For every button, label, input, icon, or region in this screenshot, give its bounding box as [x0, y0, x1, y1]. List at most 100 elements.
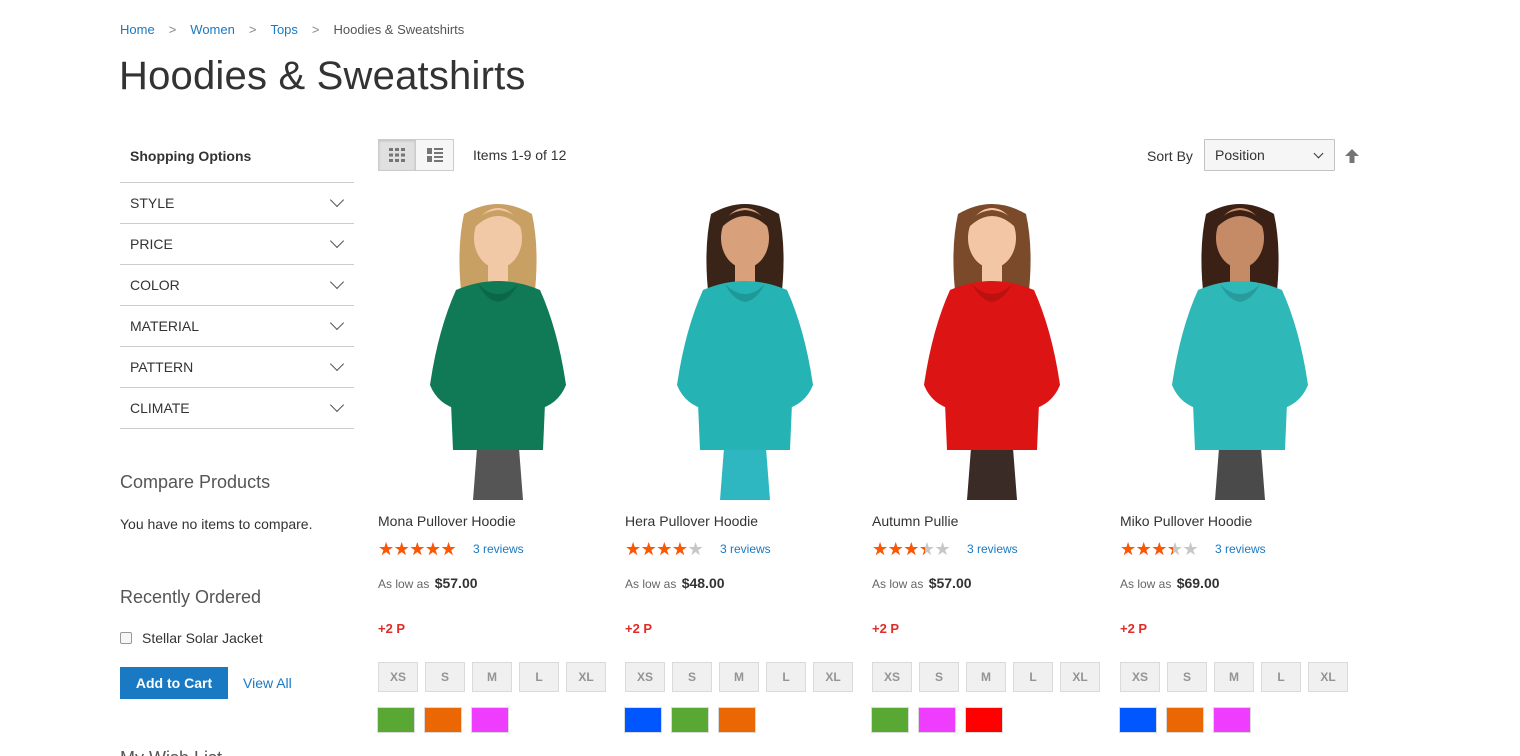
color-swatches [871, 707, 1013, 733]
model-photo [677, 204, 813, 500]
size-option[interactable]: L [766, 662, 806, 692]
color-option[interactable] [1213, 707, 1251, 733]
sort-by-select[interactable]: Position [1204, 139, 1335, 171]
product-name[interactable]: Mona Pullover Hoodie [378, 513, 516, 529]
chevron-down-icon [1313, 148, 1324, 158]
filter-style[interactable]: STYLE [120, 183, 354, 224]
color-option[interactable] [424, 707, 462, 733]
color-option[interactable] [671, 707, 709, 733]
filter-label: MATERIAL [130, 318, 199, 334]
product-name[interactable]: Hera Pullover Hoodie [625, 513, 758, 529]
product-image[interactable] [1120, 200, 1360, 500]
recently-ordered-title: Recently Ordered [120, 587, 262, 607]
size-option[interactable]: XS [872, 662, 912, 692]
color-option[interactable] [471, 707, 509, 733]
filter-label: STYLE [130, 195, 175, 211]
rating-stars-icon: ★★★★★★★★★★ [1120, 540, 1208, 558]
filled-stars-icon: ★★★★★ [872, 540, 925, 558]
color-option[interactable] [1119, 707, 1157, 733]
price-prefix: As low as [378, 577, 430, 591]
product-rating: ★★★★★★★★★★ 3 reviews [872, 540, 1018, 558]
size-option[interactable]: L [1013, 662, 1053, 692]
price-amount: $48.00 [681, 575, 725, 591]
add-to-cart-button[interactable]: Add to Cart [120, 667, 228, 699]
grid-view-button[interactable] [378, 139, 416, 171]
price-prefix: As low as [872, 577, 924, 591]
price-amount: $69.00 [1176, 575, 1220, 591]
filter-pattern[interactable]: PATTERN [120, 347, 354, 388]
list-icon [426, 148, 443, 162]
items-count: Items 1-9 of 12 [473, 147, 567, 163]
sort-direction-arrow-up-icon[interactable] [1344, 148, 1360, 164]
chevron-down-icon [329, 233, 345, 249]
grid-icon [389, 148, 405, 162]
size-swatches: XS S M L XL [1120, 662, 1355, 692]
reviews-link[interactable]: 3 reviews [1215, 542, 1266, 556]
product-name[interactable]: Autumn Pullie [872, 513, 958, 529]
size-option[interactable]: XL [566, 662, 606, 692]
size-option[interactable]: XL [813, 662, 853, 692]
filter-price[interactable]: PRICE [120, 224, 354, 265]
size-option[interactable]: XL [1060, 662, 1100, 692]
reviews-link[interactable]: 3 reviews [967, 542, 1018, 556]
reviews-link[interactable]: 3 reviews [720, 542, 771, 556]
size-option[interactable]: S [425, 662, 465, 692]
size-option[interactable]: S [672, 662, 712, 692]
product-card: Mona Pullover Hoodie ★★★★★ ★★★★★ 3 reviews A… [377, 200, 618, 733]
size-option[interactable]: XS [1120, 662, 1160, 692]
breadcrumb-home[interactable]: Home [120, 22, 155, 37]
sidebar: Shopping Options STYLE PRICE COLOR MATER… [120, 140, 354, 429]
size-option[interactable]: XS [378, 662, 418, 692]
product-image[interactable] [625, 200, 865, 500]
breadcrumb-women[interactable]: Women [190, 22, 235, 37]
product-price: As low as $57.00 [378, 575, 478, 591]
chevron-down-icon [329, 315, 345, 331]
chevron-down-icon [329, 397, 345, 413]
chevron-down-icon [329, 274, 345, 290]
price-amount: $57.00 [928, 575, 972, 591]
size-option[interactable]: S [919, 662, 959, 692]
color-option[interactable] [718, 707, 756, 733]
size-option[interactable]: M [719, 662, 759, 692]
reward-points: +2 P [378, 621, 406, 636]
size-option[interactable]: M [966, 662, 1006, 692]
size-option[interactable]: XS [625, 662, 665, 692]
chevron-down-icon [329, 356, 345, 372]
color-option[interactable] [871, 707, 909, 733]
color-option[interactable] [965, 707, 1003, 733]
size-option[interactable]: M [472, 662, 512, 692]
reviews-link[interactable]: 3 reviews [473, 542, 524, 556]
color-option[interactable] [918, 707, 956, 733]
size-option[interactable]: S [1167, 662, 1207, 692]
compare-empty-text: You have no items to compare. [120, 516, 313, 532]
product-name[interactable]: Miko Pullover Hoodie [1120, 513, 1252, 529]
product-image[interactable] [378, 200, 618, 500]
recent-item-checkbox[interactable] [120, 632, 132, 644]
color-option[interactable] [1166, 707, 1204, 733]
size-option[interactable]: M [1214, 662, 1254, 692]
breadcrumb-separator: > [168, 22, 177, 37]
size-option[interactable]: L [1261, 662, 1301, 692]
breadcrumb-tops[interactable]: Tops [270, 22, 297, 37]
list-view-button[interactable] [416, 139, 454, 171]
breadcrumb-current: Hoodies & Sweatshirts [333, 22, 465, 37]
size-option[interactable]: L [519, 662, 559, 692]
color-option[interactable] [377, 707, 415, 733]
product-price: As low as $48.00 [625, 575, 725, 591]
product-price: As low as $57.00 [872, 575, 972, 591]
filter-material[interactable]: MATERIAL [120, 306, 354, 347]
compare-products-title: Compare Products [120, 472, 271, 492]
filter-color[interactable]: COLOR [120, 265, 354, 306]
color-option[interactable] [624, 707, 662, 733]
model-photo [924, 204, 1060, 500]
view-all-link[interactable]: View All [243, 675, 292, 691]
filter-label: PRICE [130, 236, 173, 252]
reward-points: +2 P [872, 621, 900, 636]
size-option[interactable]: XL [1308, 662, 1348, 692]
breadcrumb: Home > Women > Tops > Hoodies & Sweatshi… [120, 22, 464, 37]
product-rating: ★★★★★★★★★★ 3 reviews [625, 540, 771, 558]
reward-points: +2 P [625, 621, 653, 636]
filter-climate[interactable]: CLIMATE [120, 388, 354, 429]
filled-stars-icon: ★★★★★ [1120, 540, 1173, 558]
product-image[interactable] [872, 200, 1112, 500]
